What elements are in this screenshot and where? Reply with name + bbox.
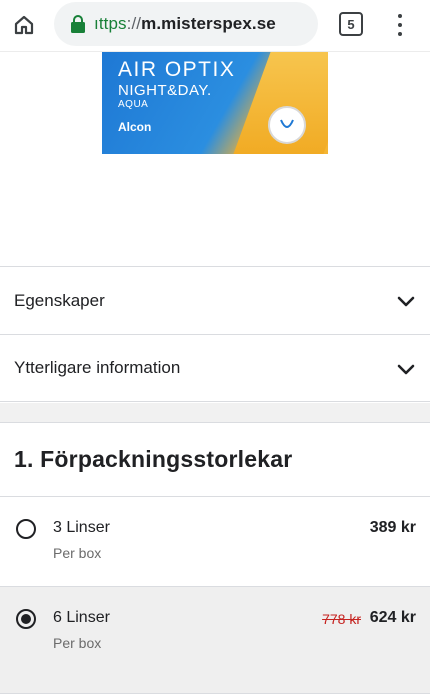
accordion-label: Ytterligare information	[14, 358, 181, 377]
option-subtitle: Per box	[53, 545, 102, 561]
url-text: ıttps://m.misterspex.se	[94, 14, 276, 34]
lock-icon	[71, 15, 85, 33]
option-3-linser[interactable]: 3 Linser Per box 389 kr	[0, 496, 430, 586]
accordion-label: Egenskaper	[14, 290, 105, 310]
manufacturer-logo: Alcon	[118, 120, 152, 134]
product-brand-line3: AQUA	[118, 99, 149, 110]
product-image: AIR OPTIX NIGHT&DAY. AQUA Alcon	[102, 52, 328, 154]
url-host: m.misterspex.se	[141, 14, 276, 33]
product-brand-line1: AIR OPTIX	[118, 58, 236, 81]
option-price: 624 kr	[369, 609, 416, 626]
option-old-price: 778 kr	[322, 611, 361, 627]
option-subtitle: Per box	[53, 635, 102, 651]
option-6-linser[interactable]: 6 Linser Per box 778 kr 624 kr	[0, 586, 430, 694]
option-title: 3 Linser	[53, 519, 110, 536]
radio-button-selected[interactable]	[16, 609, 36, 629]
overflow-menu-icon[interactable]	[390, 11, 410, 39]
smartshield-badge-icon	[268, 106, 306, 144]
section-title: 1. Förpackningsstorlekar	[14, 446, 293, 472]
url-separator: ://	[126, 14, 142, 33]
product-brand-line2: NIGHT&DAY.	[118, 82, 212, 99]
chevron-down-icon	[397, 296, 415, 307]
radio-button[interactable]	[16, 519, 36, 539]
option-title: 6 Linser	[53, 609, 110, 626]
section-divider	[0, 403, 430, 423]
browser-toolbar: ıttps://m.misterspex.se 5	[0, 0, 430, 52]
accordion-egenskaper[interactable]: Egenskaper	[0, 266, 430, 334]
option-price: 389 kr	[369, 519, 416, 536]
url-scheme: ıttps	[94, 14, 127, 33]
home-icon[interactable]	[10, 11, 38, 39]
address-bar[interactable]: ıttps://m.misterspex.se	[54, 2, 318, 46]
tab-switcher-button[interactable]: 5	[339, 12, 363, 36]
accordion-ytterligare-information[interactable]: Ytterligare information	[0, 334, 430, 402]
chevron-down-icon	[397, 364, 415, 375]
